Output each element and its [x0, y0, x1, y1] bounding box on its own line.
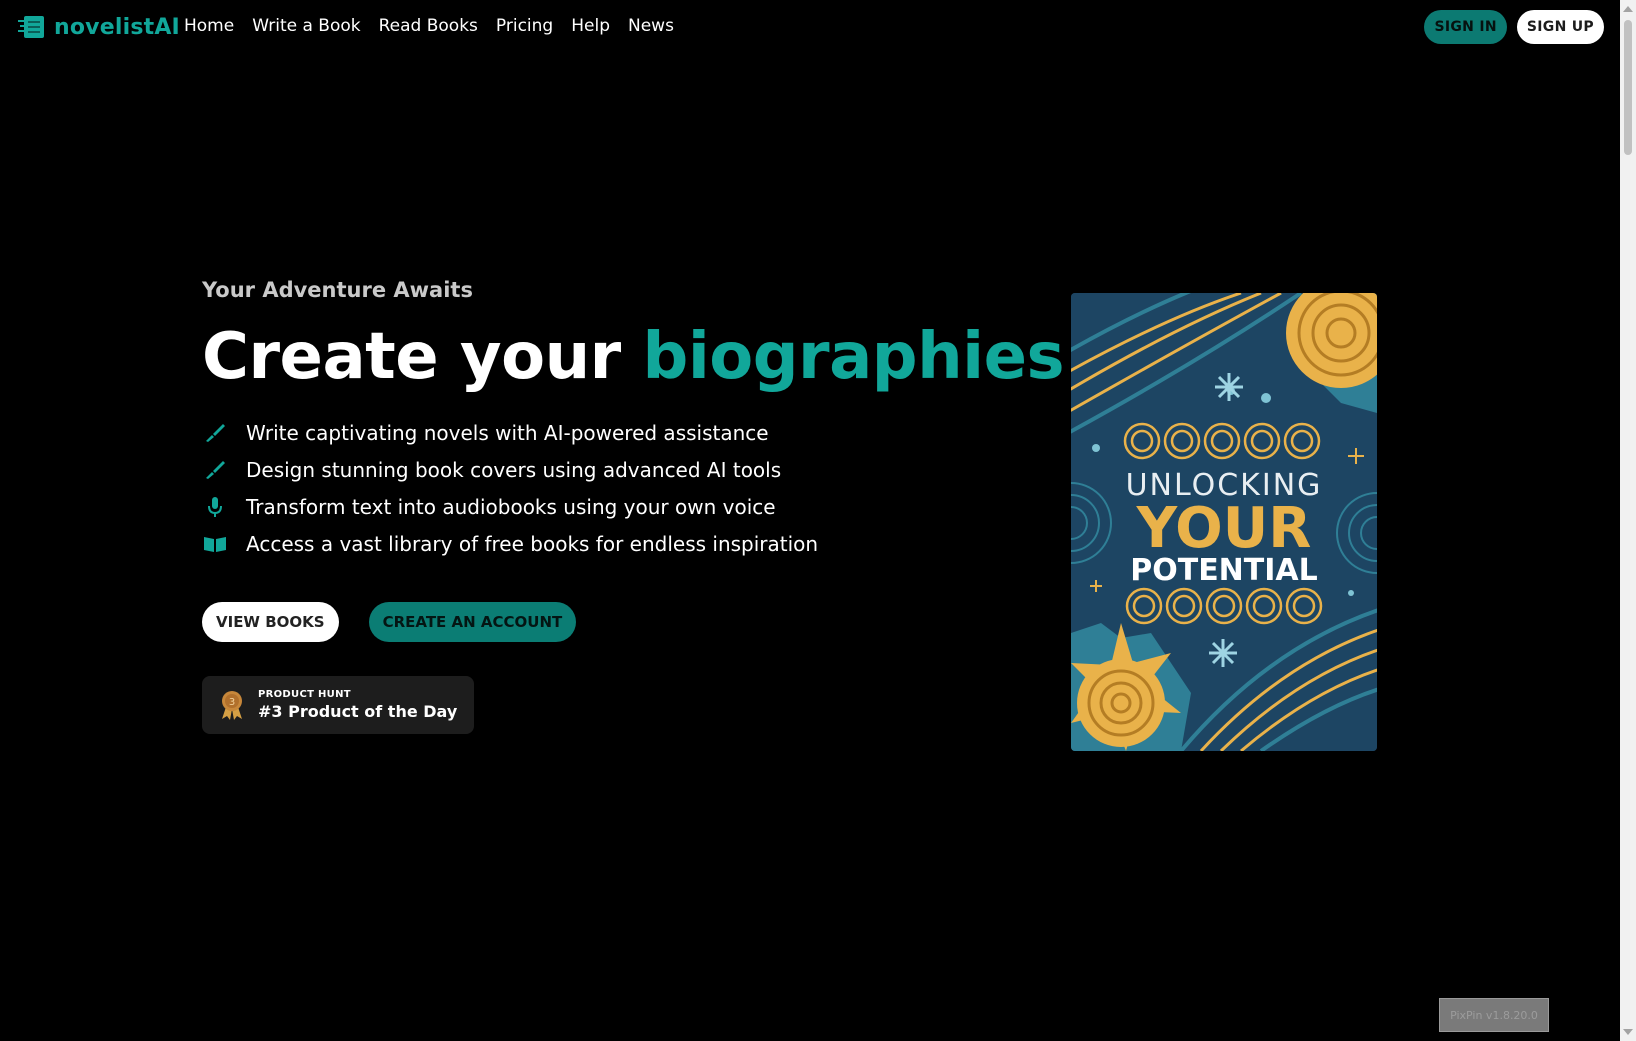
nav-news[interactable]: News [628, 16, 674, 36]
nav-help[interactable]: Help [571, 16, 610, 36]
brush-icon [202, 459, 228, 481]
book-open-icon [202, 533, 228, 555]
logo-link[interactable]: novelistAI [18, 14, 180, 40]
medal-number: 3 [229, 697, 235, 708]
main-nav: Home Write a Book Read Books Pricing Hel… [184, 16, 674, 36]
feature-text: Write captivating novels with AI-powered… [246, 420, 769, 445]
badge-top-text: PRODUCT HUNT [258, 689, 351, 701]
feature-list: Write captivating novels with AI-powered… [202, 414, 1042, 562]
nav-write-a-book[interactable]: Write a Book [252, 16, 360, 36]
cover-line2: YOUR [1136, 496, 1312, 561]
feature-item: Write captivating novels with AI-powered… [202, 414, 1042, 451]
nav-read-books[interactable]: Read Books [379, 16, 478, 36]
feature-text: Transform text into audiobooks using you… [246, 494, 776, 519]
cta-group: VIEW BOOKS CREATE AN ACCOUNT [202, 602, 1042, 643]
scroll-down-arrow-icon[interactable] [1623, 1029, 1633, 1035]
feature-text: Access a vast library of free books for … [246, 531, 819, 556]
scrollbar[interactable] [1620, 0, 1636, 1041]
auth-buttons: SIGN IN SIGN UP [1424, 10, 1604, 44]
logo-icon [18, 16, 44, 38]
headline-prefix: Create your [202, 320, 621, 394]
microphone-icon [202, 496, 228, 518]
create-account-button[interactable]: CREATE AN ACCOUNT [368, 602, 577, 643]
cover-line3: POTENTIAL [1130, 553, 1318, 588]
headline-accent: biographies [642, 320, 1065, 394]
hero-headline: Create your biographies [202, 320, 1065, 394]
feature-item: Access a vast library of free books for … [202, 525, 1042, 562]
top-navigation-bar: novelistAI Home Write a Book Read Books … [0, 0, 1620, 56]
medal-icon: 3 [222, 691, 242, 721]
nav-home[interactable]: Home [184, 16, 234, 36]
hero-eyebrow: Your Adventure Awaits [202, 278, 473, 302]
feature-text: Design stunning book covers using advanc… [246, 457, 782, 482]
hero-section: Your Adventure Awaits Create your biogra… [202, 278, 1065, 735]
feature-item: Transform text into audiobooks using you… [202, 488, 1042, 525]
sign-up-button[interactable]: SIGN UP [1516, 10, 1604, 44]
product-hunt-badge[interactable]: 3 PRODUCT HUNT #3 Product of the Day [202, 676, 474, 735]
brush-icon [202, 422, 228, 444]
logo-text: novelistAI [54, 14, 180, 40]
view-books-button[interactable]: VIEW BOOKS [202, 602, 339, 643]
feature-item: Design stunning book covers using advanc… [202, 451, 1042, 488]
book-cover-image: UNLOCKING YOUR POTENTIAL [1071, 293, 1377, 751]
badge-main-text: #3 Product of the Day [258, 702, 458, 722]
badge-text: PRODUCT HUNT #3 Product of the Day [258, 689, 457, 721]
scroll-up-arrow-icon[interactable] [1623, 6, 1633, 12]
sign-in-button[interactable]: SIGN IN [1424, 10, 1507, 44]
watermark-badge: PixPin v1.8.20.0 [1439, 998, 1549, 1032]
book-cover-art: UNLOCKING YOUR POTENTIAL [1071, 293, 1377, 751]
nav-pricing[interactable]: Pricing [496, 16, 553, 36]
scrollbar-thumb[interactable] [1624, 20, 1632, 155]
